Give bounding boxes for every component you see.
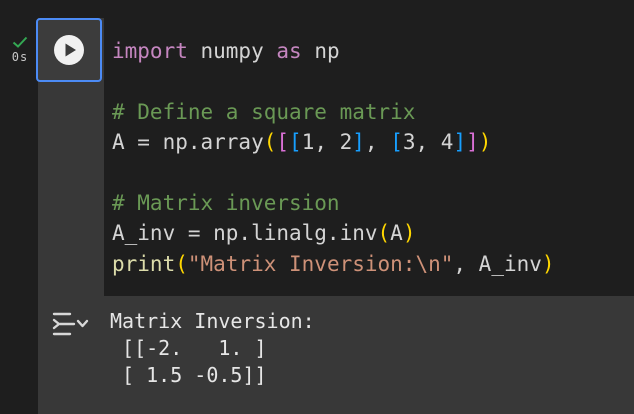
- bracket-close: ]: [352, 130, 365, 154]
- code-line-4: A = np.array([[1, 2], [3, 4]]): [112, 127, 491, 157]
- notebook-page: 0s import numpy as np # Define a square …: [0, 0, 634, 414]
- keyword-import: import: [112, 39, 188, 63]
- function-print: print: [112, 252, 176, 276]
- code-line-1: import numpy as np: [112, 36, 340, 66]
- code-text: ,: [364, 130, 391, 154]
- output-menu-icon[interactable]: [50, 310, 90, 338]
- paren-close: ): [541, 252, 555, 276]
- bracket-close: ]: [466, 130, 479, 154]
- code-line-8: print("Matrix Inversion:\n", A_inv): [112, 249, 555, 279]
- top-strip: [0, 0, 634, 18]
- code-values: 1, 2: [301, 130, 353, 154]
- code-editor[interactable]: import numpy as np # Define a square mat…: [104, 18, 634, 296]
- output-text: Matrix Inversion: [[-2. 1. ] [ 1.5 -0.5]…: [110, 309, 315, 387]
- play-circle-icon: [54, 35, 84, 65]
- paren-close: ): [402, 221, 416, 245]
- cell-output: Matrix Inversion: [[-2. 1. ] [ 1.5 -0.5]…: [38, 296, 634, 414]
- code-text: numpy: [187, 39, 277, 63]
- code-text: A_inv = np.linalg.inv: [112, 221, 378, 245]
- code-line-7: A_inv = np.linalg.inv(A): [112, 218, 415, 248]
- code-text: A = np.array: [112, 130, 264, 154]
- run-cell-button[interactable]: [36, 18, 102, 82]
- bracket-open: [: [289, 130, 302, 154]
- bracket-open: [: [276, 130, 290, 154]
- string-literal: "Matrix Inversion:\n": [187, 252, 454, 276]
- paren-open: (: [175, 252, 188, 276]
- code-values: 3, 4: [402, 130, 454, 154]
- code-text: A: [390, 221, 403, 245]
- check-icon: [12, 36, 28, 48]
- bracket-open: [: [390, 130, 403, 154]
- code-line-3: # Define a square matrix: [112, 100, 416, 124]
- code-line-6: # Matrix inversion: [112, 191, 340, 215]
- code-text: np: [301, 39, 340, 63]
- bracket-close: ]: [453, 130, 467, 154]
- code-text: , A_inv: [453, 252, 542, 276]
- execution-time: 0s: [11, 50, 29, 64]
- paren-open: (: [377, 221, 391, 245]
- keyword-as: as: [276, 39, 302, 63]
- paren-open: (: [263, 130, 277, 154]
- execution-status: 0s: [6, 36, 34, 64]
- paren-close: ): [478, 130, 492, 154]
